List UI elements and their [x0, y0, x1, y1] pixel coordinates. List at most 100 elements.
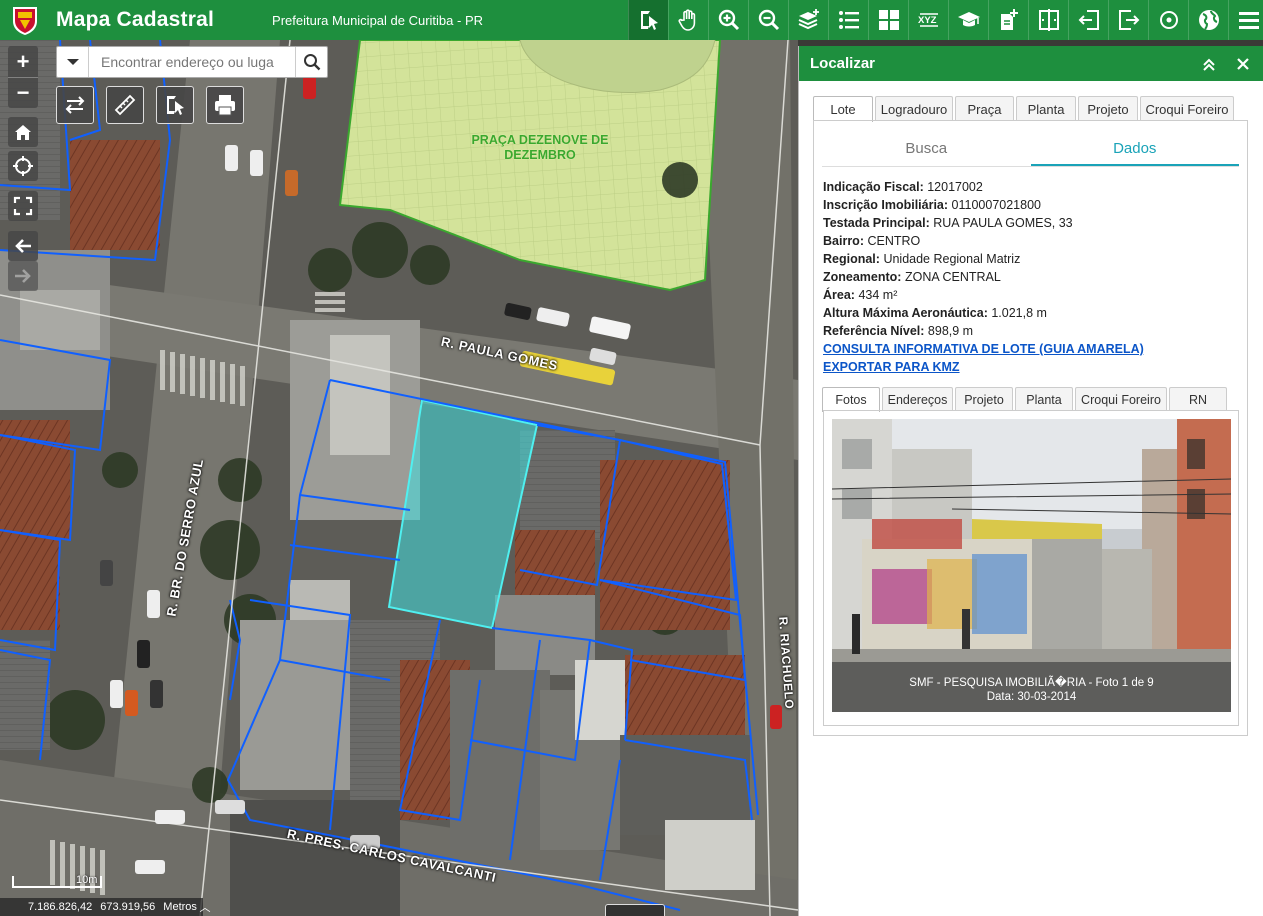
collapse-button[interactable] — [1199, 54, 1219, 74]
coordinate-y: 673.919,56 — [100, 901, 156, 913]
field-referencia-nivel: Referência Nível: 898,9 m — [823, 324, 974, 338]
search-type-tabs: Lote Logradouro Praça Planta Projeto Cro… — [813, 96, 1248, 122]
map-view[interactable]: R. PAULA GOMES R. BR. DO SERRO AZUL R. R… — [0, 40, 798, 916]
svg-text:XYZ: XYZ — [918, 15, 937, 26]
app-header: Mapa Cadastral Prefeitura Municipal de C… — [0, 0, 1263, 40]
lote-details: Indicação Fiscal: 12017002 Inscrição Imo… — [823, 178, 1144, 376]
home-button[interactable] — [8, 117, 38, 147]
caret-down-icon — [66, 59, 79, 65]
fullscreen-icon — [13, 196, 33, 216]
add-document-icon[interactable] — [988, 0, 1028, 40]
search-button[interactable] — [295, 47, 327, 77]
photo-caption-date: Data: 30-03-2014 — [986, 691, 1077, 703]
search-input[interactable] — [89, 47, 295, 77]
menu-icon[interactable] — [1228, 0, 1263, 40]
pan-hand-icon[interactable] — [668, 0, 708, 40]
field-testada-principal: Testada Principal: RUA PAULA GOMES, 33 — [823, 216, 1073, 230]
curitiba-logo — [8, 3, 42, 37]
tab-croqui-foreiro[interactable]: Croqui Foreiro — [1140, 96, 1234, 121]
lote-subtabs: Busca Dados — [822, 135, 1239, 167]
field-inscricao-imobiliaria: Inscrição Imobiliária: 0110007021800 — [823, 198, 1041, 212]
zoom-out-icon[interactable] — [748, 0, 788, 40]
lote-tab-content: Busca Dados Indicação Fiscal: 12017002 I… — [813, 120, 1248, 736]
globe-icon[interactable] — [1188, 0, 1228, 40]
double-chevron-up-icon — [1203, 58, 1215, 71]
address-search — [56, 46, 328, 78]
overview-map-toggle[interactable] — [605, 904, 665, 916]
tab-fotos[interactable]: Fotos — [822, 387, 880, 412]
subtab-dados[interactable]: Dados — [1030, 135, 1239, 166]
target-icon[interactable] — [1148, 0, 1188, 40]
tab-enderecos[interactable]: Endereços — [882, 387, 953, 411]
coordinate-unit: Metros — [163, 901, 197, 913]
swipe-tool-button[interactable] — [56, 86, 94, 124]
tab-projeto-detail[interactable]: Projeto — [955, 387, 1013, 411]
crosshair-icon — [13, 156, 33, 176]
consulta-informativa-link[interactable]: CONSULTA INFORMATIVA DE LOTE (GUIA AMARE… — [823, 340, 1144, 358]
print-button[interactable] — [206, 86, 244, 124]
swap-arrows-icon — [65, 96, 85, 114]
printer-icon — [215, 95, 235, 116]
coordinate-x: 7.186.826,42 — [28, 901, 93, 913]
tab-planta[interactable]: Planta — [1016, 96, 1076, 121]
search-source-dropdown[interactable] — [57, 47, 89, 77]
close-icon — [1237, 58, 1249, 70]
panel-title: Localizar — [810, 55, 876, 72]
chevron-up-icon[interactable]: ︿ — [196, 898, 214, 916]
organization-name: Prefeitura Municipal de Curitiba - PR — [272, 12, 484, 28]
fullscreen-button[interactable] — [8, 191, 38, 221]
measure-tool-button[interactable] — [106, 86, 144, 124]
photo-caption-source: SMF - PESQUISA IMOBILIÃ�RIA - Foto 1 de … — [909, 677, 1154, 689]
street-photo[interactable]: SMF - PESQUISA IMOBILIÃ�RIA - Foto 1 de … — [832, 419, 1231, 712]
tab-planta-detail[interactable]: Planta — [1015, 387, 1073, 411]
scale-label: 10m — [76, 874, 98, 886]
plaza-label: PRAÇA DEZENOVE DE DEZEMBRO — [471, 133, 609, 162]
previous-extent-button[interactable] — [8, 231, 38, 261]
import-icon[interactable] — [1068, 0, 1108, 40]
panel-header: Localizar — [799, 46, 1263, 81]
zoom-out-button[interactable]: − — [8, 77, 38, 108]
field-regional: Regional: Unidade Regional Matriz — [823, 252, 1021, 266]
aerial-imagery — [0, 40, 798, 916]
arrow-right-icon — [15, 269, 31, 283]
tab-projeto[interactable]: Projeto — [1078, 96, 1138, 121]
tab-praca[interactable]: Praça — [955, 96, 1014, 121]
panel-body: Lote Logradouro Praça Planta Projeto Cro… — [813, 96, 1248, 736]
grid-icon[interactable] — [868, 0, 908, 40]
field-bairro: Bairro: CENTRO — [823, 234, 921, 248]
locate-button[interactable] — [8, 151, 38, 181]
subtab-busca[interactable]: Busca — [822, 135, 1031, 166]
arrow-left-icon — [15, 239, 31, 253]
identify-icon — [167, 96, 184, 115]
photo-viewer: SMF - PESQUISA IMOBILIÃ�RIA - Foto 1 de … — [823, 410, 1239, 726]
detail-tabs: Fotos Endereços Projeto Planta Croqui Fo… — [822, 387, 1229, 412]
layers-icon[interactable] — [788, 0, 828, 40]
search-icon — [303, 54, 320, 71]
compare-panels-icon[interactable] — [1028, 0, 1068, 40]
tab-croqui-foreiro-detail[interactable]: Croqui Foreiro — [1075, 387, 1167, 411]
tab-logradouro[interactable]: Logradouro — [875, 96, 953, 121]
coordinate-readout: 7.186.826,42 673.919,56 Metros — [0, 898, 203, 916]
zoom-in-icon[interactable] — [708, 0, 748, 40]
legend-list-icon[interactable] — [828, 0, 868, 40]
tab-lote[interactable]: Lote — [813, 96, 873, 122]
graduation-cap-icon[interactable] — [948, 0, 988, 40]
identify-icon[interactable] — [628, 0, 668, 40]
zoom-control: + − — [8, 46, 38, 108]
home-icon — [15, 125, 31, 140]
field-zoneamento: Zoneamento: ZONA CENTRAL — [823, 270, 1001, 284]
ruler-icon — [114, 94, 136, 116]
exportar-kmz-link[interactable]: EXPORTAR PARA KMZ — [823, 358, 1144, 376]
locate-panel: Localizar Lote Logradouro Praça Planta P… — [798, 46, 1263, 916]
field-area: Área: 434 m² — [823, 288, 898, 302]
tab-rn[interactable]: RN — [1169, 387, 1227, 411]
main-toolbar: XYZ — [628, 0, 1263, 40]
identify-tool-button[interactable] — [156, 86, 194, 124]
xyz-coordinates-icon[interactable]: XYZ — [908, 0, 948, 40]
app-title: Mapa Cadastral — [56, 8, 215, 31]
export-icon[interactable] — [1108, 0, 1148, 40]
next-extent-button[interactable] — [8, 261, 38, 291]
photo-caption: SMF - PESQUISA IMOBILIÃ�RIA - Foto 1 de … — [832, 662, 1231, 712]
zoom-in-button[interactable]: + — [8, 46, 38, 77]
close-button[interactable] — [1233, 54, 1253, 74]
